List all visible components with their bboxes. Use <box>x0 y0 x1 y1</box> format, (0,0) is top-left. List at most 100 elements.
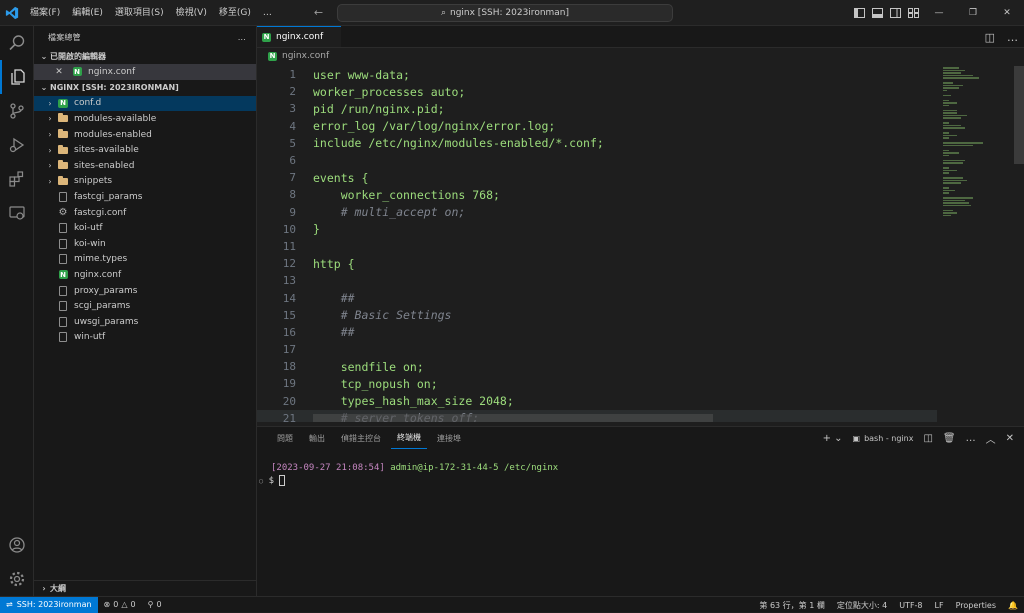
minimap[interactable] <box>943 66 1013 422</box>
code-line: 14 ## <box>257 289 937 306</box>
extensions-icon[interactable] <box>0 162 34 196</box>
back-arrow-icon[interactable]: ← <box>314 6 323 19</box>
more-actions-icon[interactable]: … <box>966 433 976 444</box>
tree-item[interactable]: › snippets <box>34 174 256 190</box>
tree-item-label: snippets <box>74 176 113 187</box>
tab-ports[interactable]: 連接埠 <box>431 427 467 449</box>
line-text: user www-data; <box>313 67 410 82</box>
outline-section[interactable]: › 大綱 <box>34 580 256 596</box>
tree-item[interactable]: › modules-available <box>34 111 256 127</box>
toggle-secondary-sidebar-icon[interactable] <box>886 0 904 26</box>
line-text: include /etc/nginx/modules-enabled/*.con… <box>313 136 604 151</box>
prompt-path: /etc/nginx <box>504 463 559 473</box>
more-actions-icon[interactable]: … <box>238 33 246 42</box>
open-editors-section[interactable]: ⌄ 已開啟的編輯器 <box>34 48 256 64</box>
error-icon: ⊗ <box>103 600 111 609</box>
close-window-button[interactable]: ✕ <box>990 0 1024 26</box>
tab-problems[interactable]: 問題 <box>271 427 299 449</box>
code-line: 17 <box>257 341 937 358</box>
file-icon <box>56 316 70 327</box>
close-panel-icon[interactable]: ✕ <box>1006 433 1014 444</box>
open-editor-item[interactable]: ✕ N nginx.conf <box>34 64 256 80</box>
line-number: 5 <box>289 136 296 150</box>
cursor-position[interactable]: 第 63 行，第 1 欄 <box>753 600 830 611</box>
tree-item[interactable]: › Nconf.d <box>34 95 256 112</box>
customize-layout-icon[interactable] <box>904 0 922 26</box>
line-number: 12 <box>282 257 296 271</box>
tree-item[interactable]: koi-win <box>34 236 256 252</box>
tree-item[interactable]: Nnginx.conf <box>34 267 256 283</box>
tree-item[interactable]: › sites-available <box>34 142 256 158</box>
terminal[interactable]: [2023-09-27 21:08:54] admin@ip-172-31-44… <box>257 449 1024 500</box>
nginx-icon: N <box>58 270 68 280</box>
tree-item[interactable]: uwsgi_params <box>34 314 256 330</box>
search-icon: ⌕ <box>440 8 446 18</box>
vertical-scrollbar[interactable] <box>1014 66 1024 164</box>
ports-indicator[interactable]: ⚲ 0 <box>142 600 168 609</box>
tab-terminal[interactable]: 終端機 <box>391 427 427 449</box>
tree-item[interactable]: › sites-enabled <box>34 158 256 174</box>
close-icon[interactable]: ✕ <box>52 67 66 77</box>
code-line: 11 <box>257 238 937 255</box>
language-mode[interactable]: Properties <box>950 601 1002 610</box>
explorer-sidebar: 檔案總管 … ⌄ 已開啟的編輯器 ✕ N nginx.conf ⌄ NGINX … <box>34 26 257 596</box>
menu-item-0[interactable]: 檔案(F) <box>24 0 66 26</box>
notifications-bell-icon[interactable]: 🔔 <box>1002 601 1024 610</box>
minimap-line <box>943 112 957 114</box>
tab-debug-console[interactable]: 偵錯主控台 <box>335 427 387 449</box>
menu-item-4[interactable]: 移至(G) <box>213 0 257 26</box>
menu-item-2[interactable]: 選取項目(S) <box>109 0 170 26</box>
tree-item[interactable]: mime.types <box>34 252 256 268</box>
minimize-button[interactable]: — <box>922 0 956 26</box>
menu-item-3[interactable]: 檢視(V) <box>170 0 213 26</box>
remote-indicator[interactable]: ⇌ SSH: 2023ironman <box>0 596 98 613</box>
command-center[interactable]: ⌕ nginx [SSH: 2023ironman] <box>337 4 673 22</box>
tree-item[interactable]: win-utf <box>34 330 256 346</box>
toggle-panel-icon[interactable] <box>868 0 886 26</box>
bottom-panel: 問題 輸出 偵錯主控台 終端機 連接埠 + ⌄ ▣ bash - nginx ◫… <box>257 426 1024 596</box>
terminal-name[interactable]: bash - nginx <box>864 434 913 443</box>
remote-explorer-icon[interactable] <box>0 196 34 230</box>
tab-nginx-conf[interactable]: N nginx.conf <box>257 26 341 47</box>
split-editor-icon[interactable]: ◫ <box>985 31 995 44</box>
encoding[interactable]: UTF-8 <box>893 601 928 610</box>
menu-item-5[interactable]: … <box>257 0 278 26</box>
line-text: events { <box>313 170 369 185</box>
horizontal-scrollbar[interactable] <box>313 414 713 422</box>
breadcrumb[interactable]: N nginx.conf <box>257 48 1024 64</box>
tree-item[interactable]: › modules-enabled <box>34 127 256 143</box>
explorer-icon[interactable] <box>0 60 34 94</box>
account-icon[interactable] <box>0 528 34 562</box>
tree-item[interactable]: scgi_params <box>34 298 256 314</box>
add-terminal-icon[interactable]: + ⌄ <box>823 433 843 444</box>
split-terminal-icon[interactable]: ◫ <box>923 433 932 444</box>
file-icon <box>56 254 70 265</box>
minimap-line <box>943 72 961 74</box>
tree-item[interactable]: proxy_params <box>34 283 256 299</box>
more-actions-icon[interactable]: … <box>1007 31 1018 44</box>
run-debug-icon[interactable] <box>0 128 34 162</box>
maximize-panel-icon[interactable]: ︿ <box>986 431 996 446</box>
line-number: 6 <box>289 154 296 168</box>
trash-icon[interactable]: 🗑 <box>943 433 956 444</box>
folder-icon <box>56 160 70 170</box>
line-number: 18 <box>282 360 296 374</box>
minimap-line <box>943 124 961 126</box>
toggle-sidebar-icon[interactable] <box>850 0 868 26</box>
tab-output[interactable]: 輸出 <box>303 427 331 449</box>
problems-indicator[interactable]: ⊗ 0 △ 0 <box>98 600 142 609</box>
folder-section[interactable]: ⌄ NGINX [SSH: 2023IRONMAN] <box>34 80 256 96</box>
source-control-icon[interactable] <box>0 94 34 128</box>
restore-button[interactable]: ❐ <box>956 0 990 26</box>
tree-item-label: fastcgi_params <box>74 191 143 202</box>
tree-item[interactable]: fastcgi_params <box>34 189 256 205</box>
tree-item[interactable]: koi-utf <box>34 220 256 236</box>
indentation[interactable]: 定位點大小: 4 <box>831 600 893 611</box>
warning-count: 0 <box>130 600 136 609</box>
gear-icon[interactable] <box>0 562 34 596</box>
tree-item[interactable]: ⚙ fastcgi.conf <box>34 205 256 221</box>
code-view[interactable]: 1 user www-data; 2 worker_processes auto; 3 p… <box>257 66 937 422</box>
menu-item-1[interactable]: 編輯(E) <box>66 0 109 26</box>
search-icon[interactable] <box>0 26 34 60</box>
end-of-line[interactable]: LF <box>929 601 950 610</box>
